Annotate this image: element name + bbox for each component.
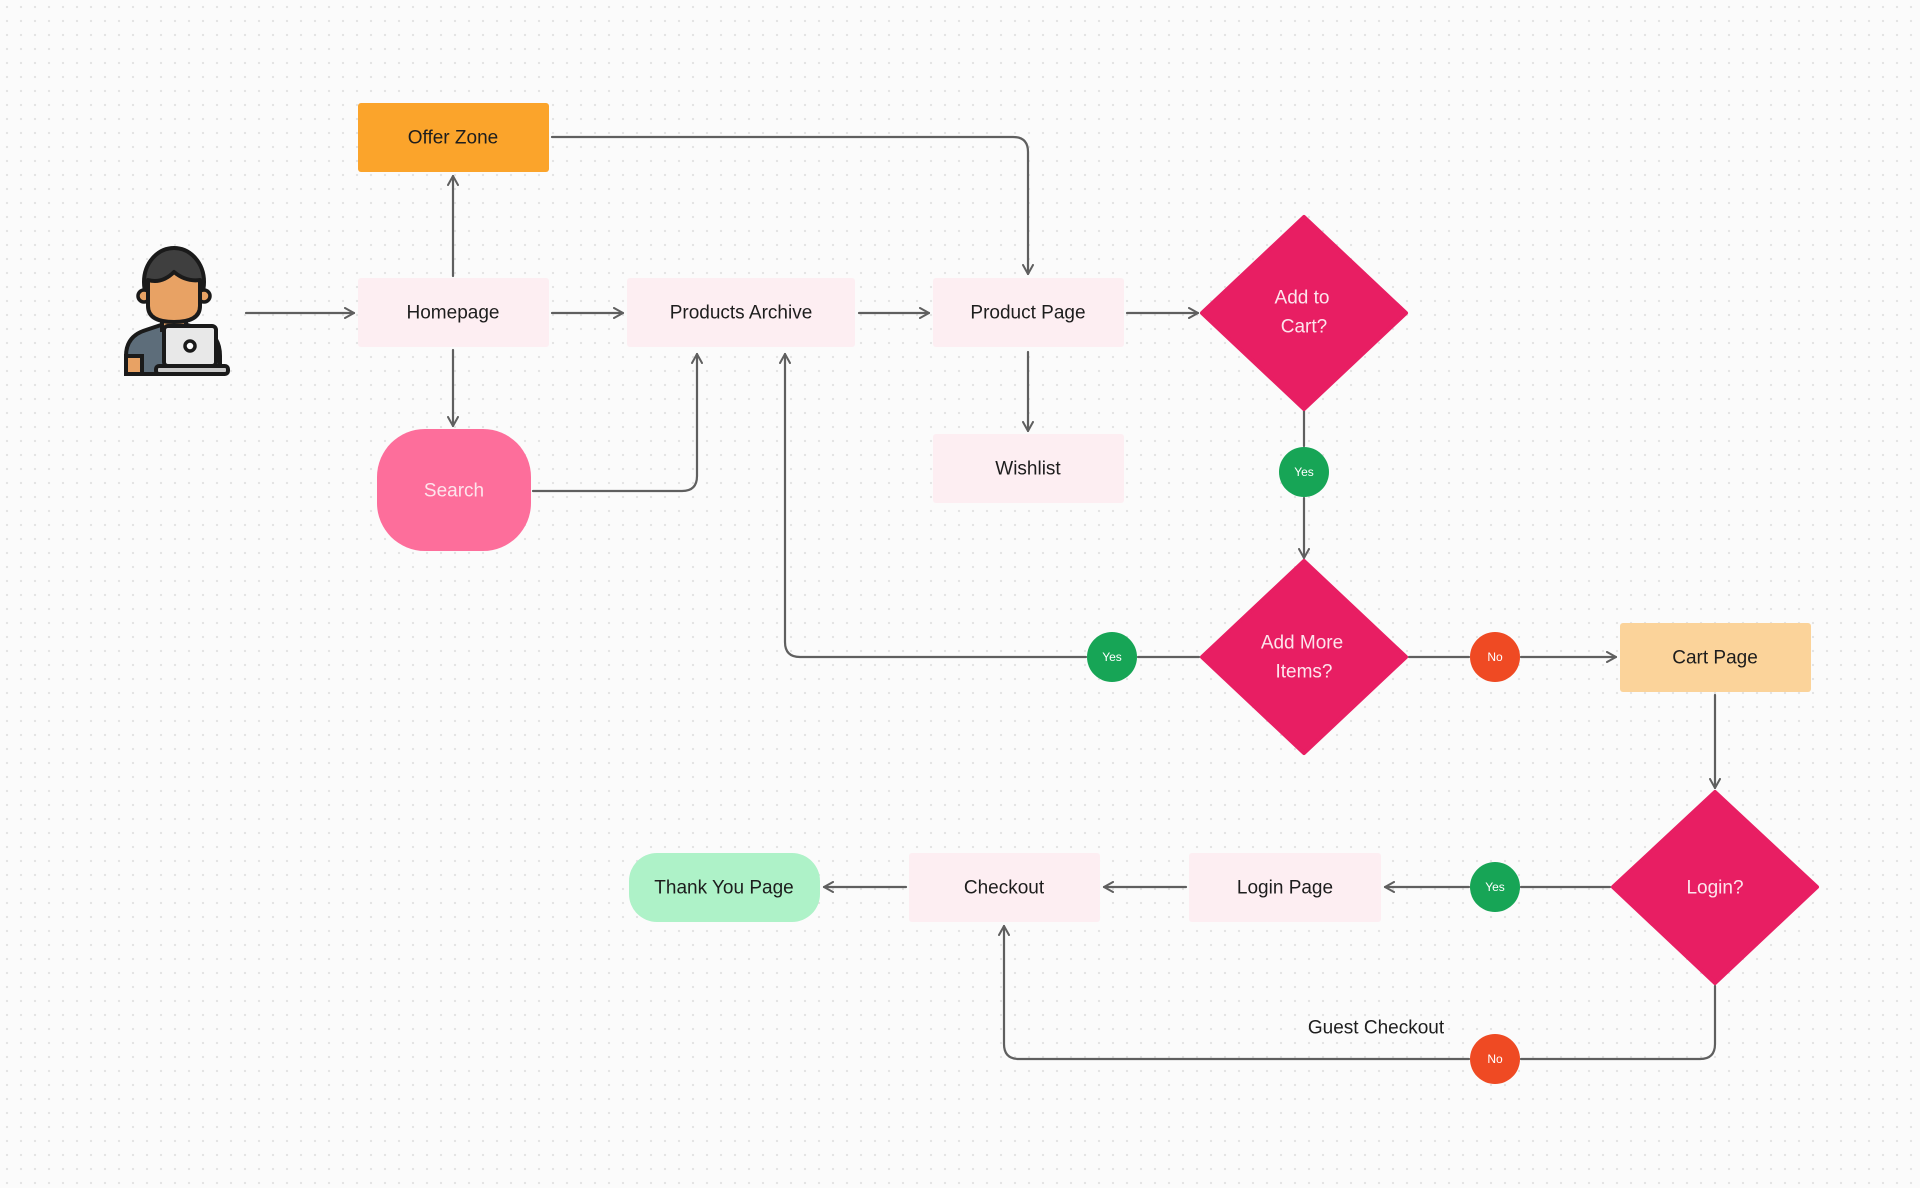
badge-add-more-no: No: [1470, 632, 1520, 682]
decision-label: Login?: [1686, 878, 1743, 899]
node-label: Cart Page: [1672, 648, 1758, 669]
node-offer-zone[interactable]: Offer Zone: [358, 103, 549, 172]
node-label: Checkout: [964, 878, 1045, 899]
decision-add-to-cart[interactable]: Add to Cart?: [1200, 215, 1408, 411]
badge-login-yes: Yes: [1470, 862, 1520, 912]
node-label: Offer Zone: [408, 128, 498, 149]
badge-add-more-yes: Yes: [1087, 632, 1137, 682]
node-label: Login Page: [1237, 878, 1333, 899]
badge-label: Yes: [1485, 880, 1505, 894]
node-login-page[interactable]: Login Page: [1189, 853, 1381, 922]
decision-label-line-2: Cart?: [1281, 317, 1327, 338]
decision-label-line-1: Add More: [1261, 633, 1343, 654]
node-label: Thank You Page: [654, 878, 793, 899]
badge-label: Yes: [1102, 650, 1122, 664]
node-label: Homepage: [407, 303, 500, 324]
badge-login-no: No: [1470, 1034, 1520, 1084]
badge-label: Yes: [1294, 465, 1314, 479]
decision-label-line-1: Add to: [1275, 288, 1330, 309]
node-thank-you-page[interactable]: Thank You Page: [629, 853, 820, 922]
badge-label: No: [1487, 650, 1503, 664]
diagram-canvas[interactable]: Offer Zone Homepage Products Archive Pro…: [0, 0, 1920, 1188]
user-with-laptop-icon: [124, 246, 230, 376]
node-label: Wishlist: [995, 459, 1061, 480]
flowchart: Offer Zone Homepage Products Archive Pro…: [124, 103, 1819, 1084]
decision-add-more-items[interactable]: Add More Items?: [1200, 559, 1408, 755]
node-label: Search: [424, 481, 484, 502]
badge-add-to-cart-yes: Yes: [1279, 447, 1329, 497]
node-products-archive[interactable]: Products Archive: [627, 278, 855, 347]
node-homepage[interactable]: Homepage: [358, 278, 549, 347]
edge-no-to-checkout: [998, 924, 1471, 1061]
edge-search-to-products-archive: [531, 352, 703, 493]
node-label: Product Page: [970, 303, 1085, 324]
node-cart-page[interactable]: Cart Page: [1620, 623, 1811, 692]
decision-label-line-2: Items?: [1275, 662, 1332, 683]
badge-label: No: [1487, 1052, 1503, 1066]
decision-login[interactable]: Login?: [1611, 790, 1819, 985]
edge-offer-zone-to-product-page: [550, 135, 1034, 276]
node-search[interactable]: Search: [377, 429, 531, 551]
edge-yes-to-products-archive: [779, 352, 1088, 659]
node-label: Products Archive: [670, 303, 813, 324]
node-wishlist[interactable]: Wishlist: [933, 434, 1124, 503]
node-product-page[interactable]: Product Page: [933, 278, 1124, 347]
node-checkout[interactable]: Checkout: [909, 853, 1100, 922]
edge-login-to-no: [1519, 984, 1717, 1061]
edge-label-guest-checkout: Guest Checkout: [1308, 1018, 1445, 1039]
